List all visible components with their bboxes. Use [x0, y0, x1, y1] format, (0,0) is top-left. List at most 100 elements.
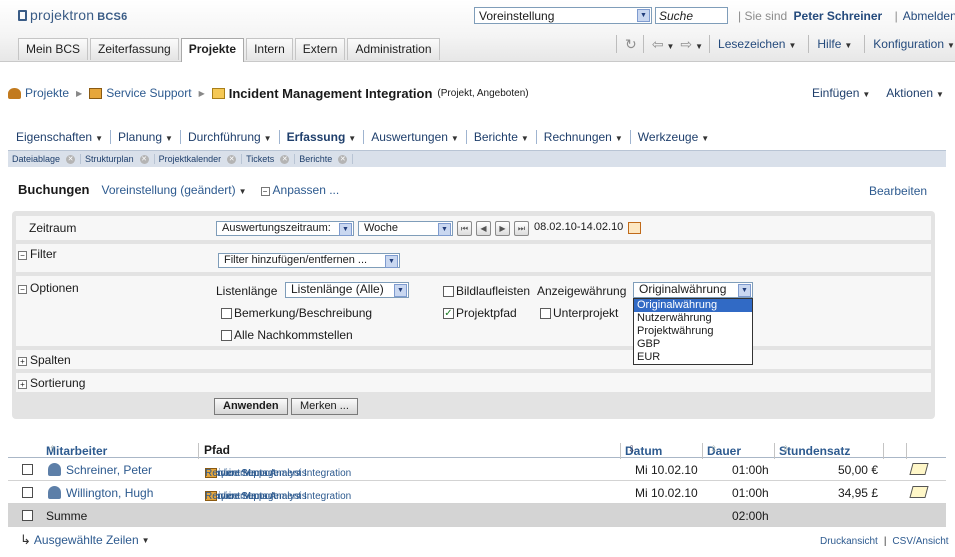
page-title: Incident Management Integration — [228, 85, 433, 101]
tab-zeiterfassung[interactable]: Zeiterfassung — [90, 38, 179, 60]
close-icon[interactable]: ✕ — [66, 154, 76, 164]
menu-auswertungen[interactable]: Auswertungen ▼ — [363, 130, 466, 144]
currency-option[interactable]: EUR — [634, 351, 752, 364]
toolbar-divider — [709, 35, 711, 53]
table-row[interactable]: Willington, Hugh Service Support▶ Incide… — [8, 481, 946, 504]
next-period-icon[interactable]: ▶ — [495, 221, 510, 236]
subtab-projektkalender[interactable]: Projektkalender ✕ — [155, 154, 243, 164]
currency-option[interactable]: GBP — [634, 338, 752, 351]
scrollbars-checkbox[interactable]: Bildlaufleisten — [443, 284, 530, 298]
first-period-icon[interactable]: ⏮ — [457, 221, 472, 236]
project-path-checkbox[interactable]: ✓ Projektpfad — [443, 306, 517, 320]
list-length-select[interactable]: Listenlänge (Alle) ▼ — [285, 282, 409, 298]
row-checkbox[interactable] — [22, 464, 33, 475]
path-link[interactable]: Requirements Analysis — [205, 468, 307, 479]
subtab-tickets[interactable]: Tickets ✕ — [242, 154, 296, 164]
all-decimals-checkbox[interactable]: Alle Nachkommstellen — [221, 328, 353, 342]
chevron-down-icon: ▼ — [141, 535, 150, 545]
filter-toggle[interactable]: − Filter — [18, 247, 57, 261]
tab-projekte[interactable]: Projekte — [180, 38, 245, 62]
row-duration: 01:00h — [732, 463, 769, 477]
employee-link[interactable]: Willington, Hugh — [66, 486, 153, 500]
logout-link[interactable]: Abmelden — [903, 9, 955, 23]
breadcrumb-service-support[interactable]: Service Support — [106, 86, 191, 100]
remember-button[interactable]: Merken ... — [291, 398, 358, 415]
print-view-link[interactable]: Druckansicht — [820, 536, 878, 547]
refresh-icon[interactable]: ↻ — [625, 36, 637, 53]
remark-checkbox[interactable]: Bemerkung/Beschreibung — [221, 306, 372, 320]
actions-menu[interactable]: Aktionen ▼ — [886, 86, 944, 100]
columns-toggle[interactable]: + Spalten — [18, 353, 71, 367]
close-icon[interactable]: ✕ — [280, 154, 290, 164]
adjust-label: Anpassen ... — [272, 182, 340, 197]
selected-rows-menu[interactable]: ↳ Ausgewählte Zeilen ▼ — [20, 532, 150, 548]
collapse-icon: − — [18, 285, 27, 294]
edit-icon[interactable] — [909, 463, 929, 475]
period-mode-select[interactable]: Auswertungszeitraum: ▼ — [216, 221, 354, 236]
last-period-icon[interactable]: ⏭ — [514, 221, 529, 236]
menu-eigenschaften[interactable]: Eigenschaften ▼ — [16, 130, 110, 144]
forward-icon[interactable]: ⇨ ▼ — [680, 36, 703, 53]
menu-label: Berichte — [473, 130, 518, 144]
subtab-strukturplan[interactable]: Strukturplan ✕ — [81, 154, 155, 164]
view-preset-menu[interactable]: Voreinstellung (geändert) ▼ — [102, 183, 247, 197]
sorting-toggle[interactable]: + Sortierung — [18, 376, 85, 390]
search-input[interactable]: Suche — [655, 7, 728, 24]
adjust-toggle[interactable]: − Anpassen ... — [260, 182, 340, 197]
options-toggle[interactable]: − Optionen — [18, 281, 79, 295]
table-header: Mitarbeiter ⇧ Pfad Datum ⇩ Dauer ⇳ Stundens… — [8, 442, 946, 459]
column-divider — [906, 443, 907, 459]
preset-select[interactable]: Voreinstellung ▼ — [474, 7, 652, 24]
close-icon[interactable]: ✕ — [338, 154, 348, 164]
period-label: Zeitraum — [29, 221, 77, 235]
currency-option[interactable]: Nutzerwährung — [634, 312, 752, 325]
tab-extern[interactable]: Extern — [294, 38, 346, 60]
tab-intern[interactable]: Intern — [246, 38, 293, 60]
row-date: Mi 10.02.10 — [635, 463, 698, 477]
config-menu[interactable]: Konfiguration ▼ — [873, 37, 955, 51]
app-logo[interactable]: projektron BCS6 — [18, 7, 127, 23]
tab-mein-bcs[interactable]: Mein BCS — [18, 38, 89, 60]
calendar-icon[interactable] — [628, 222, 641, 234]
back-icon[interactable]: ⇦ ▼ — [652, 36, 675, 53]
currency-option[interactable]: Originalwährung — [634, 299, 752, 312]
menu-rechnungen[interactable]: Rechnungen ▼ — [535, 130, 630, 144]
expand-icon: + — [18, 357, 27, 366]
path-link[interactable]: Requirements Analysis — [205, 491, 307, 502]
row-checkbox[interactable] — [22, 487, 33, 498]
user-info: | Sie sind Peter Schreiner | Abmelden — [738, 9, 955, 23]
table-row[interactable]: Schreiner, Peter Service Support▶ Incide… — [8, 458, 946, 481]
menu-berichte[interactable]: Berichte ▼ — [465, 130, 536, 144]
user-name: Peter Schreiner — [793, 9, 883, 23]
help-label: Hilfe — [817, 37, 842, 51]
period-unit-select[interactable]: Woche ▼ — [358, 221, 453, 236]
menu-werkzeuge[interactable]: Werkzeuge ▼ — [629, 130, 716, 144]
csv-view-link[interactable]: CSV/Ansicht — [892, 536, 948, 547]
expand-icon: + — [18, 380, 27, 389]
currency-select[interactable]: Originalwährung ▼ — [633, 282, 753, 298]
filter-select[interactable]: Filter hinzufügen/entfernen ... ▼ — [218, 253, 400, 268]
edit-icon[interactable] — [909, 486, 929, 498]
insert-menu[interactable]: Einfügen ▼ — [812, 86, 870, 100]
close-icon[interactable]: ✕ — [139, 154, 149, 164]
row-checkbox[interactable] — [22, 510, 33, 521]
prev-period-icon[interactable]: ◀ — [476, 221, 491, 236]
employee-link[interactable]: Schreiner, Peter — [66, 463, 152, 477]
breadcrumb-projects[interactable]: Projekte — [25, 86, 69, 100]
menu-durchfuehrung[interactable]: Durchführung ▼ — [179, 130, 279, 144]
apply-button[interactable]: Anwenden — [214, 398, 288, 415]
subproject-checkbox[interactable]: Unterprojekt — [540, 306, 618, 320]
menu-planung[interactable]: Planung ▼ — [109, 130, 180, 144]
tab-administration[interactable]: Administration — [347, 38, 440, 60]
menu-label: Eigenschaften — [16, 130, 93, 144]
subtab-dateiablage[interactable]: Dateiablage ✕ — [8, 154, 82, 164]
close-icon[interactable]: ✕ — [227, 154, 237, 164]
help-menu[interactable]: Hilfe ▼ — [817, 37, 852, 51]
edit-link[interactable]: Bearbeiten — [869, 184, 927, 198]
columns-row: + Spalten — [16, 350, 931, 369]
currency-option[interactable]: Projektwährung — [634, 325, 752, 338]
subtab-berichte[interactable]: Berichte ✕ — [295, 154, 354, 164]
toolbar-divider — [808, 35, 810, 53]
menu-erfassung[interactable]: Erfassung ▼ — [278, 130, 364, 144]
bookmarks-menu[interactable]: Lesezeichen ▼ — [718, 37, 796, 51]
